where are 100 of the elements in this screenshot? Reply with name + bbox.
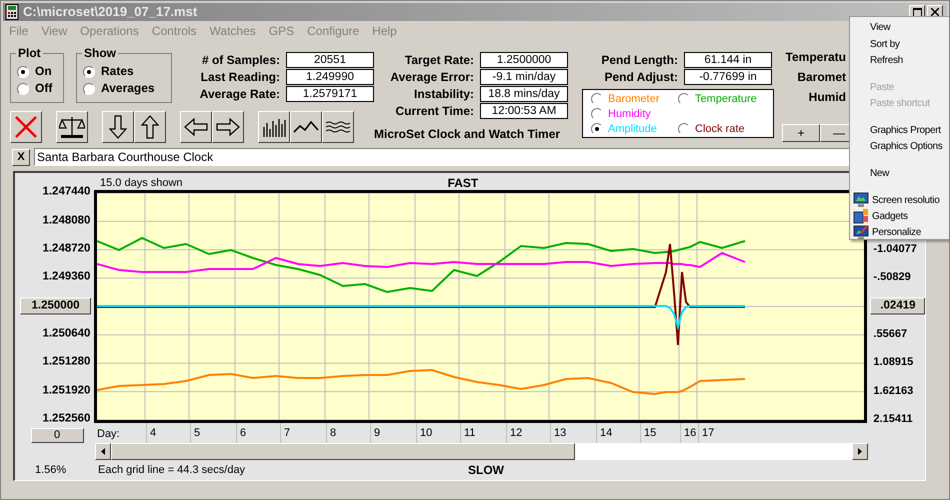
bar-chart-icon bbox=[262, 117, 286, 137]
day-tick-label: 4 bbox=[150, 426, 156, 442]
scrollbar-thumb[interactable] bbox=[111, 443, 575, 460]
stat-label: Current Time: bbox=[394, 102, 474, 120]
axis-label: -.50829 bbox=[873, 271, 911, 284]
offset-value-button[interactable]: .02419 bbox=[870, 297, 926, 314]
zigzag-icon bbox=[293, 120, 319, 134]
left-arrow-icon bbox=[184, 118, 208, 136]
context-menu-item[interactable]: New bbox=[850, 166, 949, 182]
day-tick-label: 10 bbox=[420, 426, 432, 442]
sensor-reading-label: Humid bbox=[808, 89, 846, 106]
stat-value: 20551 bbox=[286, 52, 374, 68]
axis-label: 2.15411 bbox=[873, 413, 913, 426]
radio-button[interactable] bbox=[83, 82, 95, 94]
days-shown-label: 15.0 days shown bbox=[100, 176, 183, 190]
context-menu-item[interactable]: Refresh bbox=[850, 53, 949, 70]
personalize-icon bbox=[853, 224, 869, 240]
axis-label: 1.251280 bbox=[42, 356, 90, 369]
down-arrow-icon bbox=[109, 115, 127, 139]
stat-label: Last Reading: bbox=[200, 68, 280, 86]
bars-button[interactable] bbox=[258, 111, 290, 143]
delete-button[interactable] bbox=[10, 111, 42, 143]
stat-value: 18.8 mins/day bbox=[480, 86, 568, 102]
right-button[interactable] bbox=[212, 111, 244, 143]
zoom-button[interactable]: + bbox=[782, 124, 820, 142]
radio-button[interactable] bbox=[17, 82, 29, 94]
day-tick-label: 13 bbox=[554, 426, 566, 442]
down-button[interactable] bbox=[102, 111, 134, 143]
menu-item-label: Gadgets bbox=[872, 210, 908, 224]
axis-label: 1.252560 bbox=[42, 412, 90, 426]
context-menu-item[interactable]: Sort by bbox=[850, 36, 949, 53]
stat-value: -9.1 min/day bbox=[480, 68, 568, 84]
close-icon bbox=[931, 8, 939, 16]
radio-button[interactable] bbox=[17, 66, 29, 78]
app-title: MicroSet Clock and Watch Timer bbox=[374, 126, 562, 143]
calculator-icon bbox=[5, 4, 19, 20]
stat-label: Pend Adjust: bbox=[603, 68, 678, 86]
stat-value: 61.144 in bbox=[684, 52, 772, 68]
stat-label: Instability: bbox=[412, 86, 474, 102]
day-tick-label: 14 bbox=[600, 426, 612, 442]
stat-label: # of Samples: bbox=[200, 52, 280, 68]
waves-button[interactable] bbox=[322, 111, 354, 143]
day-tick-label: 9 bbox=[374, 426, 380, 442]
axis-label: 1.247440 bbox=[42, 186, 90, 199]
option-label: Off bbox=[35, 81, 52, 96]
slow-label: SLOW bbox=[468, 462, 504, 480]
left-triangle-icon bbox=[101, 448, 105, 456]
day-tick-label: 17 bbox=[702, 426, 714, 442]
center-rate-button[interactable]: 1.250000 bbox=[20, 297, 91, 314]
clear-button[interactable]: X bbox=[12, 148, 30, 166]
radio-button[interactable] bbox=[678, 122, 690, 134]
day-tick-label: 11 bbox=[464, 426, 476, 442]
percent-label: 1.56% bbox=[34, 462, 68, 478]
fast-label: FAST bbox=[448, 176, 478, 190]
scroll-right-button[interactable] bbox=[852, 443, 868, 460]
context-menu-item[interactable]: Screen resolutio bbox=[850, 192, 949, 208]
clock-name-field[interactable]: Santa Barbara Courthouse Clock bbox=[34, 148, 852, 166]
left-button[interactable] bbox=[180, 111, 212, 143]
monitor-icon bbox=[853, 192, 869, 208]
gadgets-icon bbox=[853, 208, 869, 224]
sensor-label: Amplitude bbox=[608, 122, 657, 136]
context-menu-item[interactable]: Graphics Options bbox=[850, 139, 949, 156]
day-tick-label: 16 bbox=[684, 426, 696, 442]
context-menu-item[interactable]: Gadgets bbox=[850, 208, 949, 224]
day-tick-label: 5 bbox=[194, 426, 200, 442]
scales-icon bbox=[59, 115, 85, 139]
axis-label: 1.08915 bbox=[873, 356, 914, 368]
day-label: Day: bbox=[97, 427, 120, 442]
balance-button[interactable] bbox=[56, 111, 88, 143]
line-button[interactable] bbox=[290, 111, 322, 143]
sensor-label: Temperature bbox=[695, 92, 757, 106]
stat-label: Target Rate: bbox=[404, 52, 474, 68]
stat-value: 1.2579171 bbox=[286, 86, 374, 102]
option-label: On bbox=[35, 64, 52, 79]
radio-button[interactable] bbox=[591, 122, 603, 134]
stat-value: 12:00:53 AM bbox=[480, 102, 568, 118]
right-triangle-icon bbox=[858, 448, 862, 456]
menu-item-label: Screen resolutio bbox=[872, 194, 940, 208]
sensor-label: Barometer bbox=[608, 92, 660, 106]
stat-label: Average Error: bbox=[389, 68, 474, 86]
up-arrow-icon bbox=[141, 115, 159, 139]
axis-label: -1.04077 bbox=[873, 242, 917, 255]
sensor-label: Humidity bbox=[608, 106, 651, 120]
axis-label: 1.250640 bbox=[42, 328, 90, 341]
context-menu-item[interactable]: View bbox=[850, 20, 949, 36]
up-button[interactable] bbox=[134, 111, 166, 143]
menu-item-label: Personalize bbox=[872, 226, 921, 240]
sensor-reading-label: Baromet bbox=[797, 69, 846, 86]
zero-button[interactable]: 0 bbox=[30, 428, 84, 444]
window-title: C:\microset\2019_07_17.mst bbox=[23, 3, 198, 22]
axis-label: 1.248720 bbox=[42, 242, 90, 256]
scroll-left-button[interactable] bbox=[95, 443, 111, 460]
day-tick-label: 12 bbox=[510, 426, 522, 442]
context-menu-item[interactable]: Personalize bbox=[850, 224, 949, 240]
sensor-reading-label: Temperatu bbox=[786, 49, 846, 66]
wave-lines-icon bbox=[325, 120, 351, 134]
sensor-label: Clock rate bbox=[695, 122, 745, 136]
radio-button[interactable] bbox=[83, 66, 95, 78]
axis-label: .55667 bbox=[873, 328, 908, 340]
grid-note: Each grid line = 44.3 secs/day bbox=[98, 462, 246, 478]
